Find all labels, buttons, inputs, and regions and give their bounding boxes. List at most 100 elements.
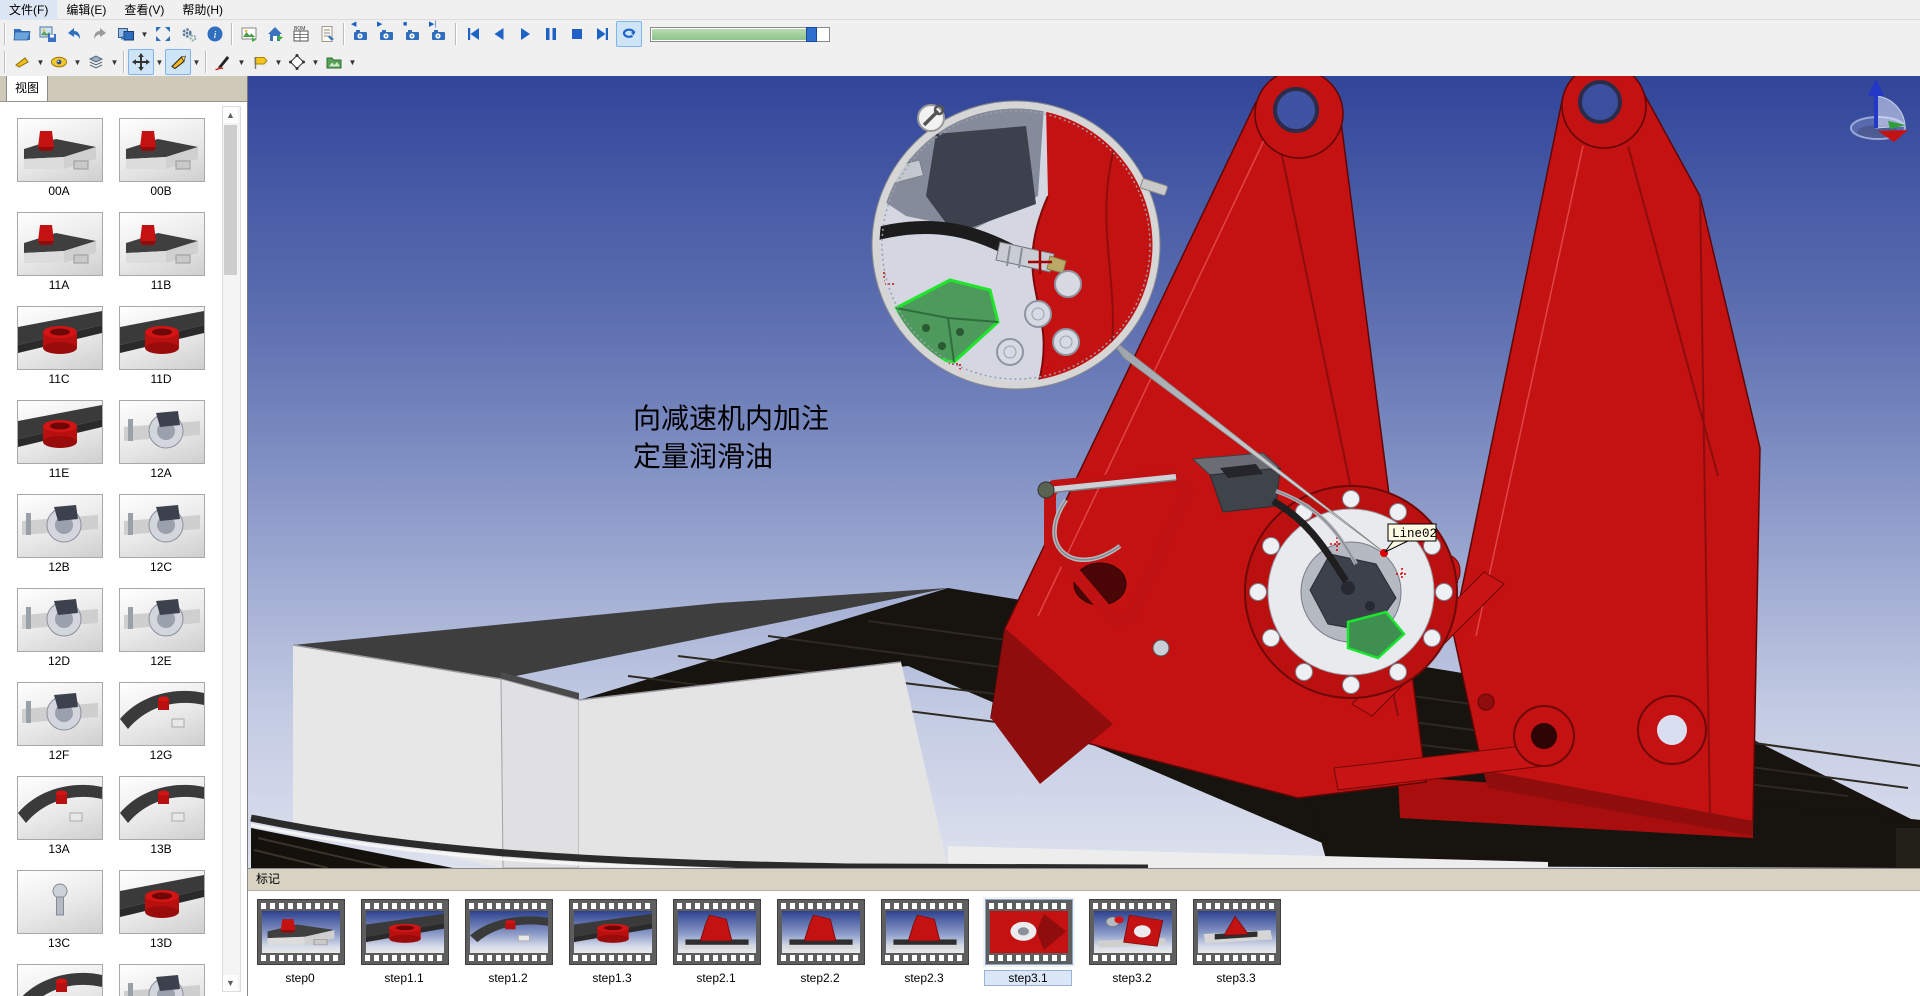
scrollbar-thumb[interactable] xyxy=(224,125,237,275)
timeline-slider[interactable] xyxy=(650,27,830,42)
3d-viewport[interactable]: 向减速机内加注 定量润滑油 Line02 xyxy=(247,76,1920,868)
view-thumbnail-11A[interactable] xyxy=(17,212,103,276)
render-style-button[interactable] xyxy=(9,49,35,75)
pen-tool-button[interactable] xyxy=(210,49,236,75)
step-thumbnail-step2.2[interactable] xyxy=(777,899,865,965)
settings-button[interactable] xyxy=(176,21,202,47)
view-thumbnail-12A[interactable] xyxy=(119,400,205,464)
open-button[interactable] xyxy=(9,21,35,47)
info-button[interactable]: i xyxy=(202,21,228,47)
camera-key-play-button[interactable]: ▶ xyxy=(374,21,400,47)
move-tool-button[interactable] xyxy=(128,49,154,75)
camera-key-start-button[interactable]: ◀ xyxy=(348,21,374,47)
view-thumbnail-13B[interactable] xyxy=(119,776,205,840)
go-first-button[interactable] xyxy=(460,21,486,47)
step-thumbnail-step3.3[interactable] xyxy=(1193,899,1281,965)
redo-button[interactable] xyxy=(87,21,113,47)
shape-tool-button[interactable] xyxy=(284,49,310,75)
view-thumbnail-11C[interactable] xyxy=(17,306,103,370)
view-thumbnail-00B[interactable] xyxy=(119,118,205,182)
tab-views[interactable]: 视图 xyxy=(6,76,48,101)
pen-tool-dropdown-caret[interactable]: ▼ xyxy=(236,50,247,74)
pause-button[interactable] xyxy=(538,21,564,47)
view-transition-button[interactable] xyxy=(113,21,139,47)
film-sprockets xyxy=(1197,955,1277,961)
step-back-button[interactable] xyxy=(486,21,512,47)
menu-item-1[interactable]: 编辑(E) xyxy=(57,0,115,20)
visibility-button[interactable] xyxy=(46,49,72,75)
layers-dropdown-caret[interactable]: ▼ xyxy=(109,50,120,74)
step-preview xyxy=(366,911,444,953)
go-last-button[interactable] xyxy=(590,21,616,47)
play-icon xyxy=(516,25,534,43)
visibility-dropdown-caret[interactable]: ▼ xyxy=(72,50,83,74)
view-thumbnail[interactable] xyxy=(119,964,205,996)
view-thumbnail-12F[interactable] xyxy=(17,682,103,746)
callout-tool-button[interactable] xyxy=(247,49,273,75)
marks-panel: 标记 step0step1.1step1.2step1.3step2.1step… xyxy=(247,868,1920,996)
step-preview xyxy=(1198,911,1276,953)
insert-image-button[interactable] xyxy=(236,21,262,47)
view-thumbnail-11E[interactable] xyxy=(17,400,103,464)
author-toolbar: ▼ ▼ ▼ ▼ ▼ ▼ ▼ ▼ ▼ xyxy=(0,48,1920,77)
step-thumbnail-step2.3[interactable] xyxy=(881,899,969,965)
view-label: 12B xyxy=(17,560,101,574)
step-thumbnail-step3.2[interactable] xyxy=(1089,899,1177,965)
move-tool-dropdown-caret[interactable]: ▼ xyxy=(154,50,165,74)
bom-table-button[interactable]: BOM xyxy=(288,21,314,47)
view-thumbnail-12C[interactable] xyxy=(119,494,205,558)
sidebar-scrollbar[interactable]: ▲ ▼ xyxy=(222,106,241,992)
shape-tool-dropdown-caret[interactable]: ▼ xyxy=(310,50,321,74)
views-list: 00A00B11A11B11C11D11E12A12B12C12D12E12F1… xyxy=(0,102,247,996)
layers-button[interactable] xyxy=(83,49,109,75)
view-thumbnail-13D[interactable] xyxy=(119,870,205,934)
step-thumbnail-step0[interactable] xyxy=(257,899,345,965)
scroll-up-icon[interactable]: ▲ xyxy=(223,107,238,123)
menu-item-2[interactable]: 查看(V) xyxy=(115,0,173,20)
loop-button[interactable] xyxy=(616,21,642,47)
view-thumbnail-11D[interactable] xyxy=(119,306,205,370)
save-image-button[interactable] xyxy=(35,21,61,47)
image-tool-dropdown-caret[interactable]: ▼ xyxy=(347,50,358,74)
image-tool-button[interactable] xyxy=(321,49,347,75)
view-thumbnail-12G[interactable] xyxy=(119,682,205,746)
publish-home-button[interactable] xyxy=(262,21,288,47)
step-thumbnail-step1.1[interactable] xyxy=(361,899,449,965)
stop-button[interactable] xyxy=(564,21,590,47)
edit-notes-button[interactable] xyxy=(314,21,340,47)
direction-tool-button[interactable] xyxy=(165,49,191,75)
view-thumbnail-00A[interactable] xyxy=(17,118,103,182)
scroll-down-icon[interactable]: ▼ xyxy=(223,975,238,991)
direction-tool-dropdown-caret[interactable]: ▼ xyxy=(191,50,202,74)
fit-view-button[interactable] xyxy=(150,21,176,47)
camera-key-end-button[interactable]: ▶| xyxy=(426,21,452,47)
film-sprockets xyxy=(573,903,653,909)
view-thumbnail-11B[interactable] xyxy=(119,212,205,276)
step-label: step3.2 xyxy=(1089,971,1175,985)
loop-icon xyxy=(620,25,638,43)
menu-item-0[interactable]: 文件(F) xyxy=(0,0,57,20)
view-thumbnail-13C[interactable] xyxy=(17,870,103,934)
film-sprockets xyxy=(365,903,445,909)
view-thumbnail[interactable] xyxy=(17,964,103,996)
view-transition-dropdown-caret[interactable]: ▼ xyxy=(139,22,150,46)
play-button[interactable] xyxy=(512,21,538,47)
menu-item-3[interactable]: 帮助(H) xyxy=(173,0,232,20)
undo-button[interactable] xyxy=(61,21,87,47)
render-style-dropdown-caret[interactable]: ▼ xyxy=(35,50,46,74)
imgfolder-icon xyxy=(325,53,343,71)
step-thumbnail-step1.2[interactable] xyxy=(465,899,553,965)
transition-icon xyxy=(117,25,135,43)
step-thumbnail-step1.3[interactable] xyxy=(569,899,657,965)
flag-icon xyxy=(251,53,269,71)
view-thumbnail-12E[interactable] xyxy=(119,588,205,652)
camera-key-stop-button[interactable]: ■ xyxy=(400,21,426,47)
view-thumbnail-12D[interactable] xyxy=(17,588,103,652)
step-thumbnail-step3.1[interactable] xyxy=(985,899,1073,965)
step-thumbnail-step2.1[interactable] xyxy=(673,899,761,965)
view-thumbnail-13A[interactable] xyxy=(17,776,103,840)
view-thumbnail-12B[interactable] xyxy=(17,494,103,558)
callout-tool-dropdown-caret[interactable]: ▼ xyxy=(273,50,284,74)
timeline-slider-handle[interactable] xyxy=(806,27,817,42)
svg-text:i: i xyxy=(213,29,216,41)
